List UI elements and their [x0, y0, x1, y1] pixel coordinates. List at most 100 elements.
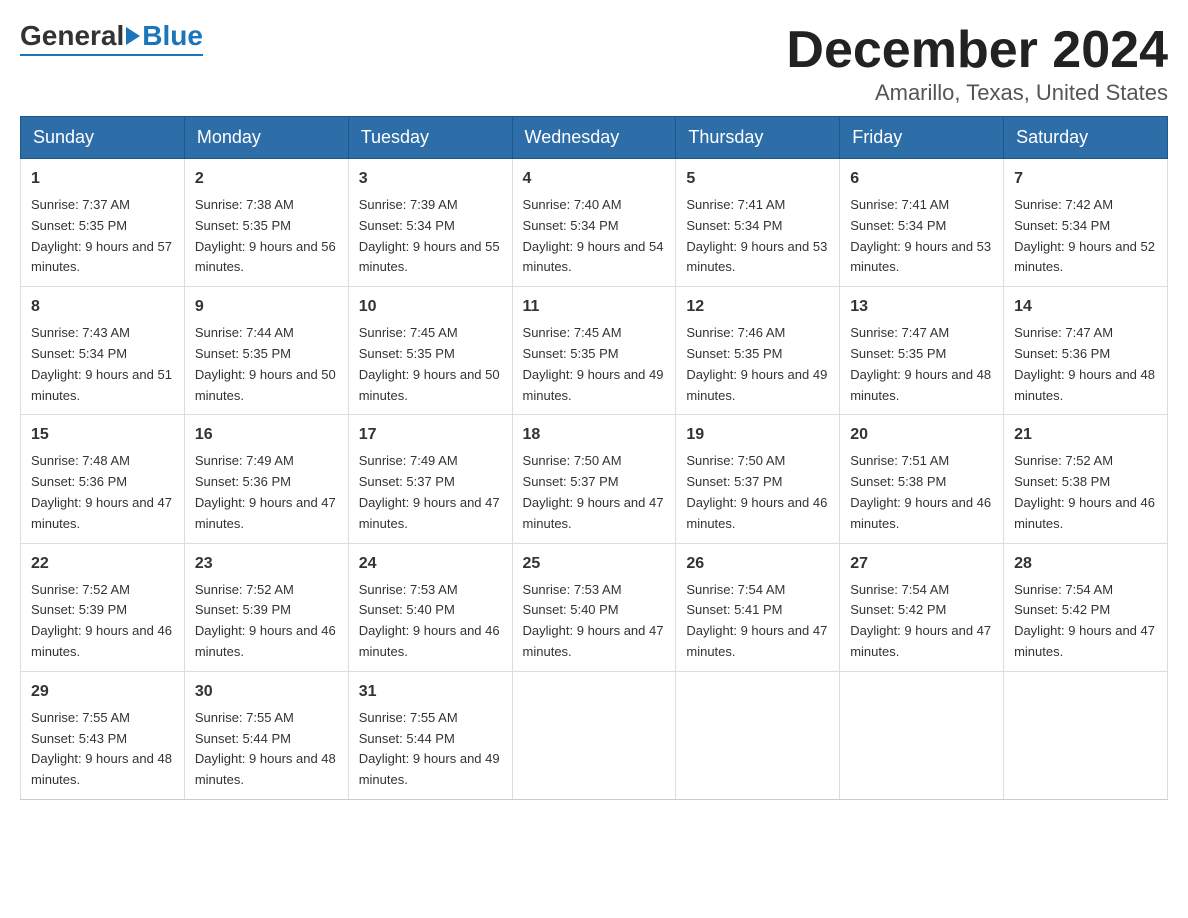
- day-info: Sunrise: 7:52 AMSunset: 5:38 PMDaylight:…: [1014, 453, 1155, 530]
- table-row: 14 Sunrise: 7:47 AMSunset: 5:36 PMDaylig…: [1004, 287, 1168, 415]
- day-number: 4: [523, 167, 666, 191]
- day-info: Sunrise: 7:55 AMSunset: 5:44 PMDaylight:…: [195, 710, 336, 787]
- day-info: Sunrise: 7:45 AMSunset: 5:35 PMDaylight:…: [359, 325, 500, 402]
- table-row: 27 Sunrise: 7:54 AMSunset: 5:42 PMDaylig…: [840, 543, 1004, 671]
- table-row: [840, 671, 1004, 799]
- calendar-table: Sunday Monday Tuesday Wednesday Thursday…: [20, 116, 1168, 800]
- header-wednesday: Wednesday: [512, 117, 676, 159]
- day-info: Sunrise: 7:54 AMSunset: 5:42 PMDaylight:…: [1014, 582, 1155, 659]
- table-row: 19 Sunrise: 7:50 AMSunset: 5:37 PMDaylig…: [676, 415, 840, 543]
- day-info: Sunrise: 7:42 AMSunset: 5:34 PMDaylight:…: [1014, 197, 1155, 274]
- day-info: Sunrise: 7:49 AMSunset: 5:37 PMDaylight:…: [359, 453, 500, 530]
- day-info: Sunrise: 7:44 AMSunset: 5:35 PMDaylight:…: [195, 325, 336, 402]
- day-info: Sunrise: 7:45 AMSunset: 5:35 PMDaylight:…: [523, 325, 664, 402]
- day-info: Sunrise: 7:39 AMSunset: 5:34 PMDaylight:…: [359, 197, 500, 274]
- day-info: Sunrise: 7:46 AMSunset: 5:35 PMDaylight:…: [686, 325, 827, 402]
- day-number: 7: [1014, 167, 1157, 191]
- day-number: 12: [686, 295, 829, 319]
- table-row: 5 Sunrise: 7:41 AMSunset: 5:34 PMDayligh…: [676, 159, 840, 287]
- table-row: 2 Sunrise: 7:38 AMSunset: 5:35 PMDayligh…: [184, 159, 348, 287]
- table-row: [512, 671, 676, 799]
- calendar-week-row: 1 Sunrise: 7:37 AMSunset: 5:35 PMDayligh…: [21, 159, 1168, 287]
- day-number: 6: [850, 167, 993, 191]
- day-number: 25: [523, 552, 666, 576]
- day-number: 2: [195, 167, 338, 191]
- day-number: 13: [850, 295, 993, 319]
- day-number: 14: [1014, 295, 1157, 319]
- logo: General Blue: [20, 20, 203, 56]
- header-saturday: Saturday: [1004, 117, 1168, 159]
- day-info: Sunrise: 7:40 AMSunset: 5:34 PMDaylight:…: [523, 197, 664, 274]
- day-info: Sunrise: 7:47 AMSunset: 5:35 PMDaylight:…: [850, 325, 991, 402]
- table-row: 11 Sunrise: 7:45 AMSunset: 5:35 PMDaylig…: [512, 287, 676, 415]
- day-number: 19: [686, 423, 829, 447]
- day-info: Sunrise: 7:54 AMSunset: 5:41 PMDaylight:…: [686, 582, 827, 659]
- table-row: 7 Sunrise: 7:42 AMSunset: 5:34 PMDayligh…: [1004, 159, 1168, 287]
- day-number: 30: [195, 680, 338, 704]
- day-number: 11: [523, 295, 666, 319]
- day-info: Sunrise: 7:38 AMSunset: 5:35 PMDaylight:…: [195, 197, 336, 274]
- day-info: Sunrise: 7:52 AMSunset: 5:39 PMDaylight:…: [31, 582, 172, 659]
- table-row: 20 Sunrise: 7:51 AMSunset: 5:38 PMDaylig…: [840, 415, 1004, 543]
- day-number: 26: [686, 552, 829, 576]
- day-number: 3: [359, 167, 502, 191]
- table-row: 24 Sunrise: 7:53 AMSunset: 5:40 PMDaylig…: [348, 543, 512, 671]
- day-info: Sunrise: 7:47 AMSunset: 5:36 PMDaylight:…: [1014, 325, 1155, 402]
- day-info: Sunrise: 7:41 AMSunset: 5:34 PMDaylight:…: [850, 197, 991, 274]
- header-tuesday: Tuesday: [348, 117, 512, 159]
- day-info: Sunrise: 7:55 AMSunset: 5:44 PMDaylight:…: [359, 710, 500, 787]
- day-info: Sunrise: 7:48 AMSunset: 5:36 PMDaylight:…: [31, 453, 172, 530]
- logo-general-text: General: [20, 20, 124, 52]
- table-row: [676, 671, 840, 799]
- day-number: 20: [850, 423, 993, 447]
- day-number: 27: [850, 552, 993, 576]
- header-sunday: Sunday: [21, 117, 185, 159]
- day-info: Sunrise: 7:55 AMSunset: 5:43 PMDaylight:…: [31, 710, 172, 787]
- day-number: 24: [359, 552, 502, 576]
- day-info: Sunrise: 7:49 AMSunset: 5:36 PMDaylight:…: [195, 453, 336, 530]
- day-info: Sunrise: 7:50 AMSunset: 5:37 PMDaylight:…: [523, 453, 664, 530]
- header-thursday: Thursday: [676, 117, 840, 159]
- location: Amarillo, Texas, United States: [786, 80, 1168, 106]
- table-row: 30 Sunrise: 7:55 AMSunset: 5:44 PMDaylig…: [184, 671, 348, 799]
- table-row: 8 Sunrise: 7:43 AMSunset: 5:34 PMDayligh…: [21, 287, 185, 415]
- day-number: 17: [359, 423, 502, 447]
- table-row: 28 Sunrise: 7:54 AMSunset: 5:42 PMDaylig…: [1004, 543, 1168, 671]
- header-friday: Friday: [840, 117, 1004, 159]
- table-row: 4 Sunrise: 7:40 AMSunset: 5:34 PMDayligh…: [512, 159, 676, 287]
- table-row: 23 Sunrise: 7:52 AMSunset: 5:39 PMDaylig…: [184, 543, 348, 671]
- day-info: Sunrise: 7:41 AMSunset: 5:34 PMDaylight:…: [686, 197, 827, 274]
- table-row: 1 Sunrise: 7:37 AMSunset: 5:35 PMDayligh…: [21, 159, 185, 287]
- table-row: 17 Sunrise: 7:49 AMSunset: 5:37 PMDaylig…: [348, 415, 512, 543]
- calendar-week-row: 8 Sunrise: 7:43 AMSunset: 5:34 PMDayligh…: [21, 287, 1168, 415]
- title-section: December 2024 Amarillo, Texas, United St…: [786, 20, 1168, 106]
- table-row: 21 Sunrise: 7:52 AMSunset: 5:38 PMDaylig…: [1004, 415, 1168, 543]
- header-monday: Monday: [184, 117, 348, 159]
- month-title: December 2024: [786, 20, 1168, 80]
- day-number: 10: [359, 295, 502, 319]
- table-row: 16 Sunrise: 7:49 AMSunset: 5:36 PMDaylig…: [184, 415, 348, 543]
- table-row: 9 Sunrise: 7:44 AMSunset: 5:35 PMDayligh…: [184, 287, 348, 415]
- day-number: 15: [31, 423, 174, 447]
- day-info: Sunrise: 7:37 AMSunset: 5:35 PMDaylight:…: [31, 197, 172, 274]
- table-row: 29 Sunrise: 7:55 AMSunset: 5:43 PMDaylig…: [21, 671, 185, 799]
- logo-blue-text: Blue: [142, 20, 203, 52]
- table-row: 3 Sunrise: 7:39 AMSunset: 5:34 PMDayligh…: [348, 159, 512, 287]
- table-row: 15 Sunrise: 7:48 AMSunset: 5:36 PMDaylig…: [21, 415, 185, 543]
- table-row: 10 Sunrise: 7:45 AMSunset: 5:35 PMDaylig…: [348, 287, 512, 415]
- day-info: Sunrise: 7:53 AMSunset: 5:40 PMDaylight:…: [359, 582, 500, 659]
- day-number: 18: [523, 423, 666, 447]
- day-info: Sunrise: 7:43 AMSunset: 5:34 PMDaylight:…: [31, 325, 172, 402]
- table-row: 6 Sunrise: 7:41 AMSunset: 5:34 PMDayligh…: [840, 159, 1004, 287]
- table-row: 25 Sunrise: 7:53 AMSunset: 5:40 PMDaylig…: [512, 543, 676, 671]
- day-number: 16: [195, 423, 338, 447]
- day-number: 28: [1014, 552, 1157, 576]
- day-number: 21: [1014, 423, 1157, 447]
- day-number: 29: [31, 680, 174, 704]
- day-number: 31: [359, 680, 502, 704]
- day-number: 9: [195, 295, 338, 319]
- table-row: 13 Sunrise: 7:47 AMSunset: 5:35 PMDaylig…: [840, 287, 1004, 415]
- table-row: 26 Sunrise: 7:54 AMSunset: 5:41 PMDaylig…: [676, 543, 840, 671]
- table-row: 18 Sunrise: 7:50 AMSunset: 5:37 PMDaylig…: [512, 415, 676, 543]
- day-number: 22: [31, 552, 174, 576]
